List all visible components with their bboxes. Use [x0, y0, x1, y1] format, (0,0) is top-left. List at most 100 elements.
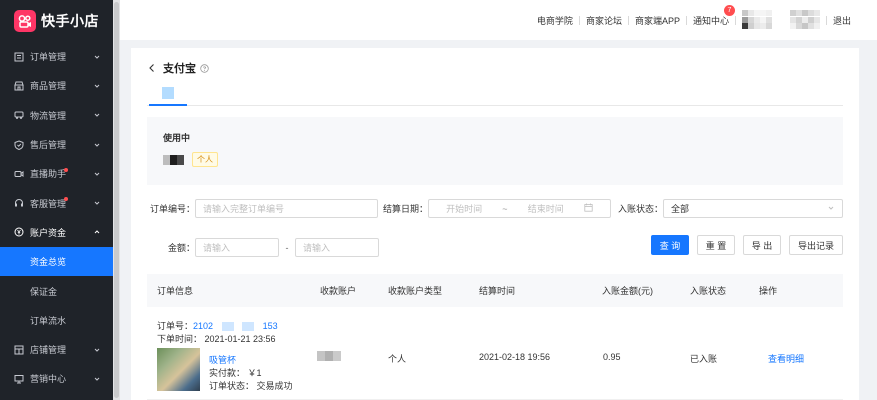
sidebar-subitem-order-flow[interactable]: 订单流水	[0, 306, 113, 335]
col-action: 操作	[759, 286, 778, 296]
order-no-suffix[interactable]: 153	[263, 321, 278, 331]
col-order-info: 订单信息	[157, 286, 194, 296]
product-name[interactable]: 吸管杯	[209, 353, 236, 366]
notification-label: 通知中心	[692, 15, 729, 26]
sidebar-subitem-funds-overview[interactable]: 资金总览	[0, 247, 113, 277]
filter-row-1: 订单编号： 请输入完整订单编号 结算日期： 开始时间 ~ 结束时间 入账状态： …	[147, 199, 843, 218]
nav-menu: 订单管理 商品管理 物流管理 售后管理 直播助手 客服管理 账户资金 资金总览 …	[0, 42, 113, 394]
table-header: 订单信息 收款账户 收款账户类型 结算时间 入账金额(元) 入账状态 操作	[147, 274, 843, 307]
order-no-prefix[interactable]: 2102	[193, 321, 213, 331]
col-status: 入账状态	[690, 286, 727, 296]
link-ecommerce-academy[interactable]: 电商学院	[531, 14, 579, 27]
sidebar-item-orders[interactable]: 订单管理	[0, 42, 113, 71]
order-status: 订单状态： 交易成功	[209, 381, 293, 391]
chevron-down-icon	[93, 141, 101, 149]
main-content: 支付宝 使用中 个人 订单编号： 请输入完整订单编号 结算日期： 开始时间 ~ …	[131, 48, 859, 400]
chevron-down-icon	[93, 375, 101, 383]
account-type-tag: 个人	[192, 152, 218, 167]
query-button[interactable]: 查 询	[651, 235, 689, 255]
sidebar-item-aftersales[interactable]: 售后管理	[0, 130, 113, 159]
account-type: 个人	[388, 354, 407, 364]
order-no-label: 订单号：	[157, 321, 194, 331]
avatar[interactable]	[741, 10, 778, 30]
masked-tab-label	[162, 87, 174, 99]
sidebar-item-label: 直播助手	[30, 169, 67, 180]
back-arrow-icon[interactable]	[147, 63, 157, 73]
sidebar-subitem-deposit[interactable]: 保证金	[0, 276, 113, 305]
amount-min-placeholder: 请输入	[203, 243, 231, 253]
col-settle-time: 结算时间	[479, 286, 516, 296]
amount: 0.95	[603, 352, 621, 362]
sidebar-item-customer-service[interactable]: 客服管理	[0, 188, 113, 217]
account-row: 个人	[163, 152, 827, 167]
view-details-link[interactable]: 查看明细	[768, 352, 804, 365]
scrollbar-thumb[interactable]	[114, 2, 119, 398]
status-select[interactable]: 全部	[663, 199, 843, 218]
chevron-down-icon	[93, 170, 101, 178]
start-date-placeholder: 开始时间	[446, 204, 483, 214]
headset-icon	[14, 198, 24, 208]
logout-link[interactable]: 退出	[827, 14, 857, 27]
export-records-button[interactable]: 导出记录	[789, 235, 843, 255]
kuaishou-logo-icon	[14, 10, 36, 32]
range-separator: ~	[502, 203, 508, 214]
sidebar-item-label: 订单管理	[30, 52, 67, 63]
amount-min-input[interactable]: 请输入	[195, 238, 279, 257]
account-info-panel: 使用中 个人	[147, 117, 843, 185]
order-icon	[14, 52, 24, 62]
divider	[734, 15, 736, 25]
settle-date-range-picker[interactable]: 开始时间 ~ 结束时间	[428, 199, 611, 218]
chevron-down-icon	[93, 53, 101, 61]
order-no-placeholder: 请输入完整订单编号	[203, 204, 285, 214]
live-icon	[14, 169, 24, 179]
shield-icon	[14, 139, 24, 150]
masked-account-name	[163, 154, 184, 165]
notification-count-badge: 7	[723, 4, 735, 16]
sidebar-item-logistics[interactable]: 物流管理	[0, 101, 113, 130]
sidebar-item-account-funds[interactable]: 账户资金	[0, 218, 113, 247]
status-select-value: 全部	[671, 204, 690, 214]
sidebar-scrollbar[interactable]	[113, 0, 120, 400]
amount-max-input[interactable]: 请输入	[295, 238, 379, 257]
page-header: 支付宝	[147, 48, 843, 86]
link-merchant-forum[interactable]: 商家论坛	[580, 14, 628, 27]
chevron-down-icon	[93, 346, 101, 354]
help-circle-icon[interactable]	[200, 63, 209, 73]
chevron-down-icon	[93, 82, 101, 90]
sidebar-item-store[interactable]: 店铺管理	[0, 335, 113, 364]
filter-row-2: 金额： 请输入 - 请输入	[147, 238, 379, 257]
link-merchant-app[interactable]: 商家端APP	[629, 14, 686, 27]
paid-amount: 实付款： ￥1	[209, 368, 262, 378]
chevron-down-icon	[93, 199, 101, 207]
order-no-label: 订单编号：	[149, 204, 195, 214]
sidebar-item-label: 物流管理	[30, 110, 67, 121]
truck-icon	[14, 110, 24, 120]
masked-receiving-account	[317, 351, 341, 361]
sidebar-item-goods[interactable]: 商品管理	[0, 71, 113, 100]
tab-account-masked[interactable]	[149, 86, 187, 106]
col-receiving-account: 收款账户	[320, 286, 357, 296]
settle-date-label: 结算日期：	[382, 204, 428, 214]
sidebar-item-label: 商品管理	[30, 81, 67, 92]
funds-table: 订单信息 收款账户 收款账户类型 结算时间 入账金额(元) 入账状态 操作 订单…	[147, 274, 843, 400]
brand-logo[interactable]: 快手小店	[0, 0, 113, 42]
sidebar-item-marketing[interactable]: 营销中心	[0, 364, 113, 393]
settle-time: 2021-02-18 19:56	[479, 352, 551, 362]
amount-separator: -	[285, 242, 289, 253]
order-number: 订单号：2102 153	[157, 319, 278, 332]
export-button[interactable]: 导 出	[743, 235, 781, 255]
col-amount: 入账金额(元)	[602, 286, 653, 296]
link-notification-center[interactable]: 通知中心 7	[687, 4, 735, 27]
sidebar-item-live[interactable]: 直播助手	[0, 159, 113, 188]
masked-digits	[221, 322, 234, 332]
end-date-placeholder: 结束时间	[527, 204, 564, 214]
sidebar-item-label: 客服管理	[30, 198, 67, 209]
product-thumbnail[interactable]	[157, 348, 200, 391]
chevron-down-icon	[827, 204, 835, 214]
amount-max-placeholder: 请输入	[303, 243, 331, 253]
account-tabs	[147, 86, 843, 106]
reset-button[interactable]: 重 置	[697, 235, 735, 255]
sidebar: 快手小店 订单管理 商品管理 物流管理 售后管理 直播助手 客服管理 账户资金 …	[0, 0, 113, 400]
order-no-input[interactable]: 请输入完整订单编号	[195, 199, 378, 218]
chevron-down-icon	[93, 111, 101, 119]
